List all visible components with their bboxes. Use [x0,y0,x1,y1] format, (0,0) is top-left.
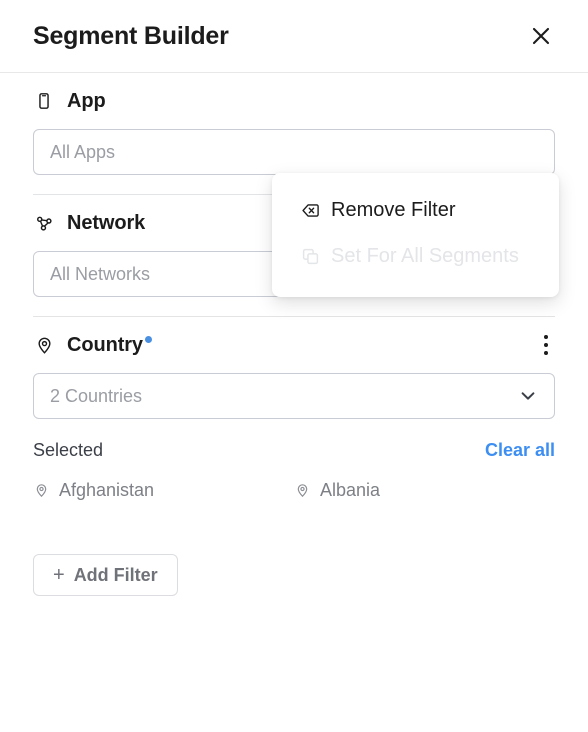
menu-item-remove-filter[interactable]: Remove Filter [272,187,559,233]
page-title: Segment Builder [33,21,229,50]
list-item[interactable]: Afghanistan [33,480,294,501]
kebab-dot [544,351,548,355]
segment-builder-panel: App All Apps Network All Networks Countr… [0,73,588,596]
backspace-delete-icon [300,200,320,220]
filter-label-network: Network [67,211,146,234]
app-select[interactable]: All Apps [33,129,555,175]
dialog-header: Segment Builder [0,0,588,73]
kebab-dot [544,343,548,347]
filter-label-country: Country [67,333,143,356]
country-select-value: 2 Countries [50,385,143,406]
filter-block-app: App All Apps [0,73,588,175]
list-item[interactable]: Albania [294,480,555,501]
selected-header: Selected Clear all [0,440,588,461]
list-item-label: Afghanistan [59,480,155,500]
close-icon [532,27,550,45]
list-item-label: Albania [320,480,381,500]
mobile-device-icon [33,90,55,112]
kebab-dot [544,335,548,339]
filter-header-country: Country [33,317,555,373]
location-pin-icon [294,482,311,499]
location-pin-icon [33,482,50,499]
filter-block-country: Country 2 Countries [0,317,588,419]
copy-duplicate-icon [300,246,320,266]
filter-header-app: App [33,73,555,129]
close-button[interactable] [524,19,558,53]
clear-all-button[interactable]: Clear all [485,440,555,461]
add-filter-button[interactable]: + Add Filter [33,554,178,596]
country-options-menu-button[interactable] [533,330,559,360]
filter-label-app: App [67,89,106,112]
menu-item-label: Set For All Segments [331,244,519,267]
selected-label: Selected [33,440,104,460]
app-select-value: All Apps [50,141,116,162]
add-filter-container: + Add Filter [0,554,588,596]
chevron-down-icon [518,386,538,406]
unsaved-changes-badge [144,335,152,343]
plus-icon: + [53,564,65,586]
filter-context-menu: Remove Filter Set For All Segments [272,173,559,297]
add-filter-label: Add Filter [73,564,158,585]
network-nodes-icon [33,212,55,234]
menu-item-set-for-all-segments: Set For All Segments [272,233,559,279]
country-select[interactable]: 2 Countries [33,373,555,419]
location-pin-icon [33,334,55,356]
selected-items-list: Afghanistan Albania [0,480,588,501]
menu-item-label: Remove Filter [331,198,456,221]
